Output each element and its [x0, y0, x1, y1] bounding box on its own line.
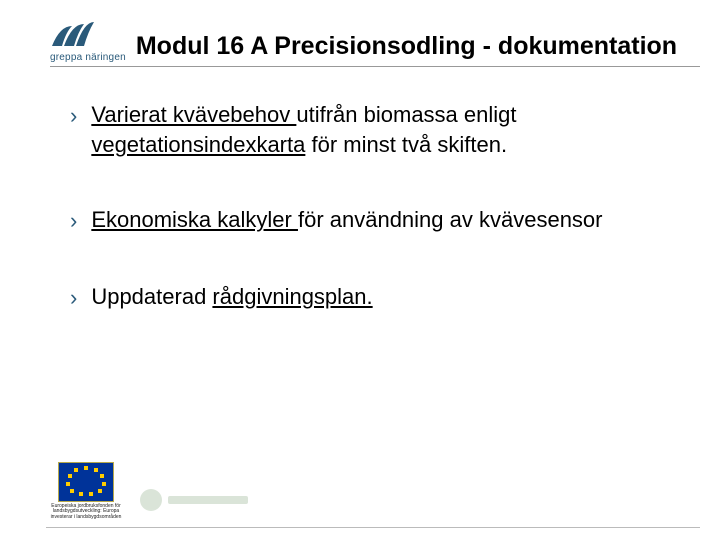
slide-title: Modul 16 A Precisionsodling - dokumentat… [136, 32, 677, 61]
eu-flag-icon [58, 462, 114, 502]
logo-swoosh-icon [50, 20, 94, 50]
bullet-marker-icon: › [70, 206, 77, 236]
footer: Europeiska jordbruksfonden för landsbygd… [46, 462, 260, 521]
bullet-text: Ekonomiska kalkyler för användning av kv… [91, 205, 660, 235]
bullet-text: Varierat kvävebehov utifrån biomassa enl… [91, 100, 660, 159]
header: greppa näringen Modul 16 A Precisionsodl… [50, 24, 700, 63]
footer-divider [46, 527, 700, 528]
content-area: › Varierat kvävebehov utifrån biomassa e… [70, 100, 660, 359]
bullet-marker-icon: › [70, 283, 77, 313]
slide: greppa näringen Modul 16 A Precisionsodl… [0, 0, 720, 540]
bullet-item: › Uppdaterad rådgivningsplan. [70, 282, 660, 313]
partner-logo-icon [140, 484, 260, 516]
bullet-marker-icon: › [70, 101, 77, 131]
bullet-text: Uppdaterad rådgivningsplan. [91, 282, 660, 312]
eu-logo-block: Europeiska jordbruksfonden för landsbygd… [46, 462, 126, 521]
logo-text: greppa näringen [50, 52, 126, 63]
greppa-logo: greppa näringen [50, 20, 126, 63]
bullet-item: › Ekonomiska kalkyler för användning av … [70, 205, 660, 236]
footer-band [190, 412, 700, 522]
bullet-item: › Varierat kvävebehov utifrån biomassa e… [70, 100, 660, 159]
eu-caption: Europeiska jordbruksfonden för landsbygd… [46, 504, 126, 521]
title-divider [50, 66, 700, 67]
